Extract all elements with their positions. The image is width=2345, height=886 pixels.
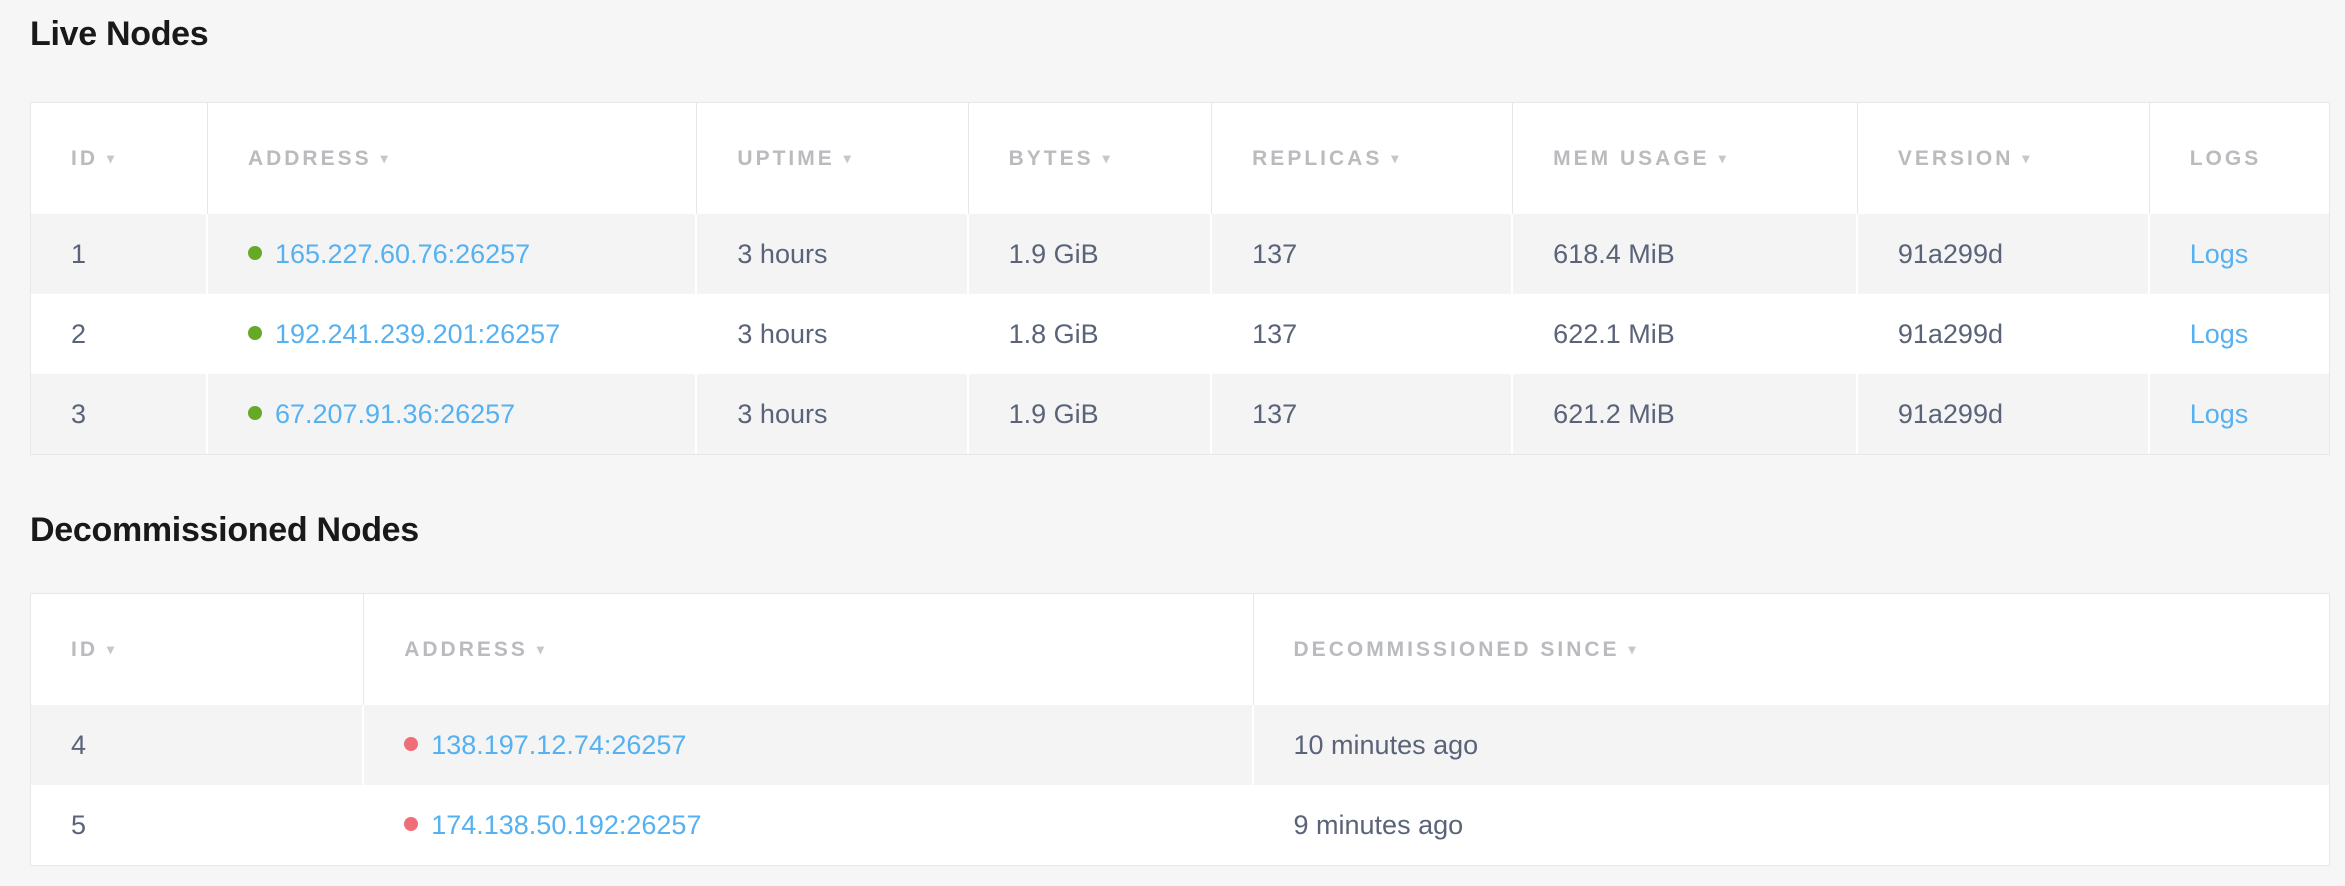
node-id-cell: 1 [31, 214, 208, 294]
sort-arrow-icon: ▾ [1629, 641, 1636, 657]
node-logs-link[interactable]: Logs [2190, 239, 2249, 269]
node-version-cell: 91a299d [1858, 294, 2150, 374]
table-row: 5 174.138.50.192:26257 9 minutes ago [31, 785, 2329, 865]
sort-arrow-icon: ▾ [537, 641, 544, 657]
column-header-label: ID [71, 638, 98, 661]
column-header-label: ADDRESS [248, 147, 372, 170]
column-header-bytes[interactable]: BYTES ▾ [969, 103, 1213, 214]
node-address-link[interactable]: 67.207.91.36:26257 [275, 399, 515, 429]
table-row: 2 192.241.239.201:26257 3 hours 1.8 GiB … [31, 294, 2329, 374]
sort-arrow-icon: ▾ [2022, 150, 2029, 166]
live-status-dot-icon [248, 326, 262, 340]
column-header-label: REPLICAS [1252, 147, 1382, 170]
table-row: 1 165.227.60.76:26257 3 hours 1.9 GiB 13… [31, 214, 2329, 294]
node-bytes-cell: 1.8 GiB [969, 294, 1213, 374]
node-logs-cell: Logs [2150, 294, 2329, 374]
node-id-cell: 3 [31, 374, 208, 454]
live-nodes-table: ID ▾ ADDRESS ▾ UPTIME ▾ BYTES ▾ REPLICAS ▾ ME… [30, 102, 2330, 455]
decommissioned-status-dot-icon [404, 817, 418, 831]
sort-arrow-icon: ▾ [1391, 150, 1398, 166]
column-header-replicas[interactable]: REPLICAS ▾ [1212, 103, 1513, 214]
node-mem-usage-cell: 622.1 MiB [1513, 294, 1858, 374]
node-replicas-cell: 137 [1212, 374, 1513, 454]
live-nodes-section: Live Nodes ID ▾ ADDRESS ▾ UPTIME ▾ BYTES ▾ [30, 0, 2330, 455]
sort-arrow-icon: ▾ [844, 150, 851, 166]
column-header-mem-usage[interactable]: MEM USAGE ▾ [1513, 103, 1858, 214]
node-address-cell: 174.138.50.192:26257 [364, 785, 1253, 865]
column-header-label: DECOMMISSIONED SINCE [1294, 638, 1620, 661]
live-status-dot-icon [248, 246, 262, 260]
column-header-address[interactable]: ADDRESS ▾ [364, 594, 1253, 705]
node-id-cell: 5 [31, 785, 364, 865]
live-nodes-header-row: ID ▾ ADDRESS ▾ UPTIME ▾ BYTES ▾ REPLICAS ▾ ME… [31, 103, 2329, 214]
live-status-dot-icon [248, 406, 262, 420]
node-address-link[interactable]: 192.241.239.201:26257 [275, 319, 560, 349]
node-address-cell: 138.197.12.74:26257 [364, 705, 1253, 785]
node-mem-usage-cell: 621.2 MiB [1513, 374, 1858, 454]
decommissioned-nodes-title: Decommissioned Nodes [30, 510, 2330, 550]
node-uptime-cell: 3 hours [697, 214, 968, 294]
node-address-link[interactable]: 165.227.60.76:26257 [275, 239, 530, 269]
node-id-cell: 4 [31, 705, 364, 785]
column-header-address[interactable]: ADDRESS ▾ [208, 103, 697, 214]
node-version-cell: 91a299d [1858, 214, 2150, 294]
node-replicas-cell: 137 [1212, 294, 1513, 374]
column-header-label: BYTES [1009, 147, 1094, 170]
node-uptime-cell: 3 hours [697, 294, 968, 374]
node-bytes-cell: 1.9 GiB [969, 374, 1213, 454]
decommissioned-nodes-section: Decommissioned Nodes ID ▾ ADDRESS ▾ DECOMM… [30, 510, 2330, 866]
node-address-link[interactable]: 174.138.50.192:26257 [431, 810, 701, 840]
node-replicas-cell: 137 [1212, 214, 1513, 294]
node-version-cell: 91a299d [1858, 374, 2150, 454]
decommissioned-nodes-header-row: ID ▾ ADDRESS ▾ DECOMMISSIONED SINCE ▾ [31, 594, 2329, 705]
table-row: 4 138.197.12.74:26257 10 minutes ago [31, 705, 2329, 785]
sort-arrow-icon: ▾ [1103, 150, 1110, 166]
table-row: 3 67.207.91.36:26257 3 hours 1.9 GiB 137… [31, 374, 2329, 454]
node-uptime-cell: 3 hours [697, 374, 968, 454]
node-mem-usage-cell: 618.4 MiB [1513, 214, 1858, 294]
live-nodes-title: Live Nodes [30, 0, 2330, 54]
decommissioned-since-cell: 9 minutes ago [1254, 785, 2329, 865]
decommissioned-status-dot-icon [404, 737, 418, 751]
column-header-version[interactable]: VERSION ▾ [1858, 103, 2150, 214]
decommissioned-since-cell: 10 minutes ago [1254, 705, 2329, 785]
node-id-cell: 2 [31, 294, 208, 374]
column-header-logs: LOGS [2150, 103, 2329, 214]
column-header-label: VERSION [1898, 147, 2014, 170]
sort-arrow-icon: ▾ [1719, 150, 1726, 166]
column-header-label: ID [71, 147, 98, 170]
node-logs-link[interactable]: Logs [2190, 319, 2249, 349]
decommissioned-nodes-table: ID ▾ ADDRESS ▾ DECOMMISSIONED SINCE ▾ 4 138… [30, 593, 2330, 866]
column-header-label: LOGS [2190, 147, 2262, 170]
node-logs-cell: Logs [2150, 374, 2329, 454]
column-header-label: UPTIME [737, 147, 834, 170]
sort-arrow-icon: ▾ [107, 641, 114, 657]
column-header-id[interactable]: ID ▾ [31, 103, 208, 214]
column-header-label: MEM USAGE [1553, 147, 1710, 170]
sort-arrow-icon: ▾ [381, 150, 388, 166]
node-logs-link[interactable]: Logs [2190, 399, 2249, 429]
node-address-cell: 67.207.91.36:26257 [208, 374, 697, 454]
node-bytes-cell: 1.9 GiB [969, 214, 1213, 294]
node-logs-cell: Logs [2150, 214, 2329, 294]
node-address-link[interactable]: 138.197.12.74:26257 [431, 730, 686, 760]
column-header-uptime[interactable]: UPTIME ▾ [697, 103, 968, 214]
column-header-id[interactable]: ID ▾ [31, 594, 364, 705]
sort-arrow-icon: ▾ [107, 150, 114, 166]
column-header-label: ADDRESS [404, 638, 528, 661]
node-address-cell: 192.241.239.201:26257 [208, 294, 697, 374]
node-address-cell: 165.227.60.76:26257 [208, 214, 697, 294]
column-header-decommissioned-since[interactable]: DECOMMISSIONED SINCE ▾ [1254, 594, 2329, 705]
